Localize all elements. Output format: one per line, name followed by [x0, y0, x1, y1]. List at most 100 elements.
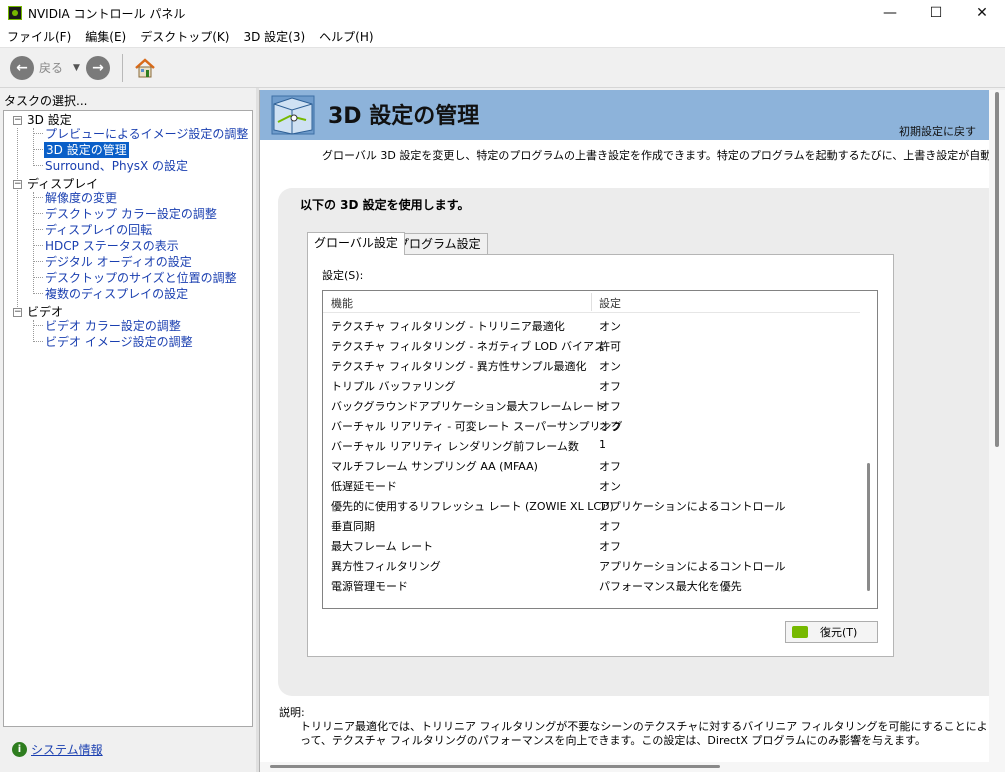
menu-3d-settings[interactable]: 3D 設定(3) [236, 26, 312, 48]
setting-row[interactable]: 電源管理モード パフォーマンス最大化を優先 [323, 575, 862, 595]
title-bar: NVIDIA コントロール パネル — ☐ ✕ [0, 0, 1005, 26]
setting-row[interactable]: 垂直同期 オフ [323, 515, 862, 535]
collapse-toggle-icon[interactable]: − [13, 308, 22, 317]
page-description: グローバル 3D 設定を変更し、特定のプログラムの上書き設定を作成できます。特定… [322, 149, 989, 162]
tree-line [33, 325, 43, 326]
feature-value[interactable]: オフ [599, 538, 621, 554]
restore-button[interactable]: 復元(T) [785, 621, 878, 643]
setting-row[interactable]: バックグラウンドアプリケーション最大フレームレート オフ [323, 395, 862, 415]
feature-value[interactable]: オフ [599, 518, 621, 534]
global-settings-page: 設定(S): 機能 設定 テクスチャ フィルタリング - トリリニア最適化 オン … [307, 254, 894, 657]
menu-edit[interactable]: 編集(E) [78, 26, 133, 48]
tree-line [33, 133, 43, 134]
tree-line [33, 320, 34, 342]
settings-group: 以下の 3D 設定を使用します。 グローバル設定 プログラム設定 設定(S): … [278, 188, 989, 696]
feature-name: 優先的に使用するリフレッシュ レート (ZOWIE XL LCD) [331, 500, 614, 513]
feature-value[interactable]: オフ [599, 398, 621, 414]
main-horizontal-scrollbar[interactable] [260, 762, 989, 772]
setting-row[interactable]: 最大フレーム レート オフ [323, 535, 862, 555]
tree-item-manage-3d-settings[interactable]: 3D 設定の管理 [44, 142, 129, 158]
tree-line [33, 149, 43, 150]
collapse-toggle-icon[interactable]: − [13, 180, 22, 189]
setting-row[interactable]: テクスチャ フィルタリング - 異方性サンプル最適化 オン [323, 355, 862, 375]
page-header: 3D 設定の管理 初期設定に戻す [260, 90, 989, 140]
home-icon[interactable] [133, 56, 157, 80]
tree-item-desktop-color[interactable]: デスクトップ カラー設定の調整 [45, 206, 217, 222]
setting-row[interactable]: テクスチャ フィルタリング - ネガティブ LOD バイアス 許可 [323, 335, 862, 355]
settings-label: 設定(S): [322, 269, 364, 282]
back-button[interactable]: ← [10, 55, 34, 80]
history-dropdown-icon[interactable]: ▼ [73, 63, 80, 73]
collapse-toggle-icon[interactable]: − [13, 116, 22, 125]
feature-value[interactable]: オン [599, 358, 621, 374]
tree-line [33, 213, 43, 214]
feature-name: バックグラウンドアプリケーション最大フレームレート [331, 400, 606, 413]
tree-item-surround-physx[interactable]: Surround、PhysX の設定 [45, 158, 188, 174]
setting-row[interactable]: マルチフレーム サンプリング AA (MFAA) オフ [323, 455, 862, 475]
feature-value[interactable]: オフ [599, 458, 621, 474]
feature-value[interactable]: オフ [599, 378, 621, 394]
list-scrollbar[interactable] [860, 291, 877, 608]
menu-desktop[interactable]: デスクトップ(K) [133, 26, 236, 48]
feature-name: 垂直同期 [331, 520, 375, 533]
feature-name: テクスチャ フィルタリング - 異方性サンプル最適化 [331, 360, 587, 373]
main-scroll-thumb[interactable] [995, 92, 999, 447]
system-info-link[interactable]: システム情報 [31, 741, 103, 758]
main-vertical-scrollbar[interactable] [989, 90, 1005, 772]
tab-global-settings[interactable]: グローバル設定 [307, 232, 405, 255]
column-header-feature[interactable]: 機能 [331, 295, 353, 311]
setting-row[interactable]: 低遅延モード オン [323, 475, 862, 495]
page-title: 3D 設定の管理 [328, 104, 480, 129]
tree-line [33, 229, 43, 230]
feature-value[interactable]: 許可 [599, 338, 621, 354]
column-divider[interactable] [591, 293, 592, 311]
setting-row[interactable]: トリプル バッファリング オフ [323, 375, 862, 395]
menu-file[interactable]: ファイル(F) [0, 26, 78, 48]
forward-button[interactable]: → [85, 55, 110, 80]
back-label[interactable]: 戻る [39, 59, 63, 76]
settings-list[interactable]: 機能 設定 テクスチャ フィルタリング - トリリニア最適化 オン テクスチャ フ… [322, 290, 878, 609]
setting-row[interactable]: バーチャル リアリティ - 可変レート スーパーサンプリング オフ [323, 415, 862, 435]
tree-item-rotate-display[interactable]: ディスプレイの回転 [45, 222, 152, 238]
feature-value[interactable]: オン [599, 478, 621, 494]
tree-line [33, 192, 34, 294]
tree-item-video-color[interactable]: ビデオ カラー設定の調整 [45, 318, 181, 334]
forward-arrow-icon: → [92, 59, 104, 76]
column-header-setting[interactable]: 設定 [599, 295, 621, 311]
tree-item-change-resolution[interactable]: 解像度の変更 [45, 190, 117, 206]
menu-help[interactable]: ヘルプ(H) [312, 26, 380, 48]
feature-value[interactable]: オン [599, 318, 621, 334]
tree-item-preview-image-settings[interactable]: プレビューによるイメージ設定の調整 [45, 126, 248, 142]
feature-value[interactable]: パフォーマンス最大化を優先 [599, 578, 742, 594]
setting-row[interactable]: 異方性フィルタリング アプリケーションによるコントロール [323, 555, 862, 575]
nvidia-app-icon [8, 6, 22, 20]
tree-item-video-image[interactable]: ビデオ イメージ設定の調整 [45, 334, 193, 350]
feature-name: バーチャル リアリティ レンダリング前フレーム数 [331, 440, 579, 453]
tree-item-multiple-displays[interactable]: 複数のディスプレイの設定 [45, 286, 188, 302]
toolbar: ← 戻る ▼ → [0, 48, 1005, 88]
tree-line [33, 341, 43, 342]
system-info[interactable]: i システム情報 [12, 741, 103, 758]
list-scroll-thumb[interactable] [867, 463, 870, 591]
tree-item-digital-audio[interactable]: デジタル オーディオの設定 [45, 254, 192, 270]
main-panel: 3D 設定の管理 初期設定に戻す グローバル 3D 設定を変更し、特定のプログラ… [259, 90, 989, 772]
setting-row[interactable]: バーチャル リアリティ レンダリング前フレーム数 1 [323, 435, 862, 455]
feature-value[interactable]: 1 [599, 438, 606, 451]
close-button[interactable]: ✕ [959, 0, 1005, 26]
restore-defaults-link[interactable]: 初期設定に戻す [899, 123, 976, 139]
feature-value[interactable]: アプリケーションによるコントロール [599, 558, 785, 574]
minimize-button[interactable]: — [867, 0, 913, 26]
explanation-label: 説明: [279, 706, 305, 719]
setting-row[interactable]: テクスチャ フィルタリング - トリリニア最適化 オン [323, 315, 862, 335]
tree-item-hdcp-status[interactable]: HDCP ステータスの表示 [45, 238, 179, 254]
setting-row[interactable]: 優先的に使用するリフレッシュ レート (ZOWIE XL LCD) アプリケーショ… [323, 495, 862, 515]
horizontal-scroll-thumb[interactable] [270, 765, 720, 768]
feature-value[interactable]: アプリケーションによるコントロール [599, 498, 785, 514]
tree-item-desktop-size-position[interactable]: デスクトップのサイズと位置の調整 [45, 270, 237, 286]
back-arrow-icon: ← [16, 59, 28, 76]
feature-name: テクスチャ フィルタリング - トリリニア最適化 [331, 320, 565, 333]
feature-value[interactable]: オフ [599, 418, 621, 434]
tree-line [17, 128, 18, 313]
maximize-button[interactable]: ☐ [913, 0, 959, 26]
nvidia-logo-icon [792, 626, 808, 638]
